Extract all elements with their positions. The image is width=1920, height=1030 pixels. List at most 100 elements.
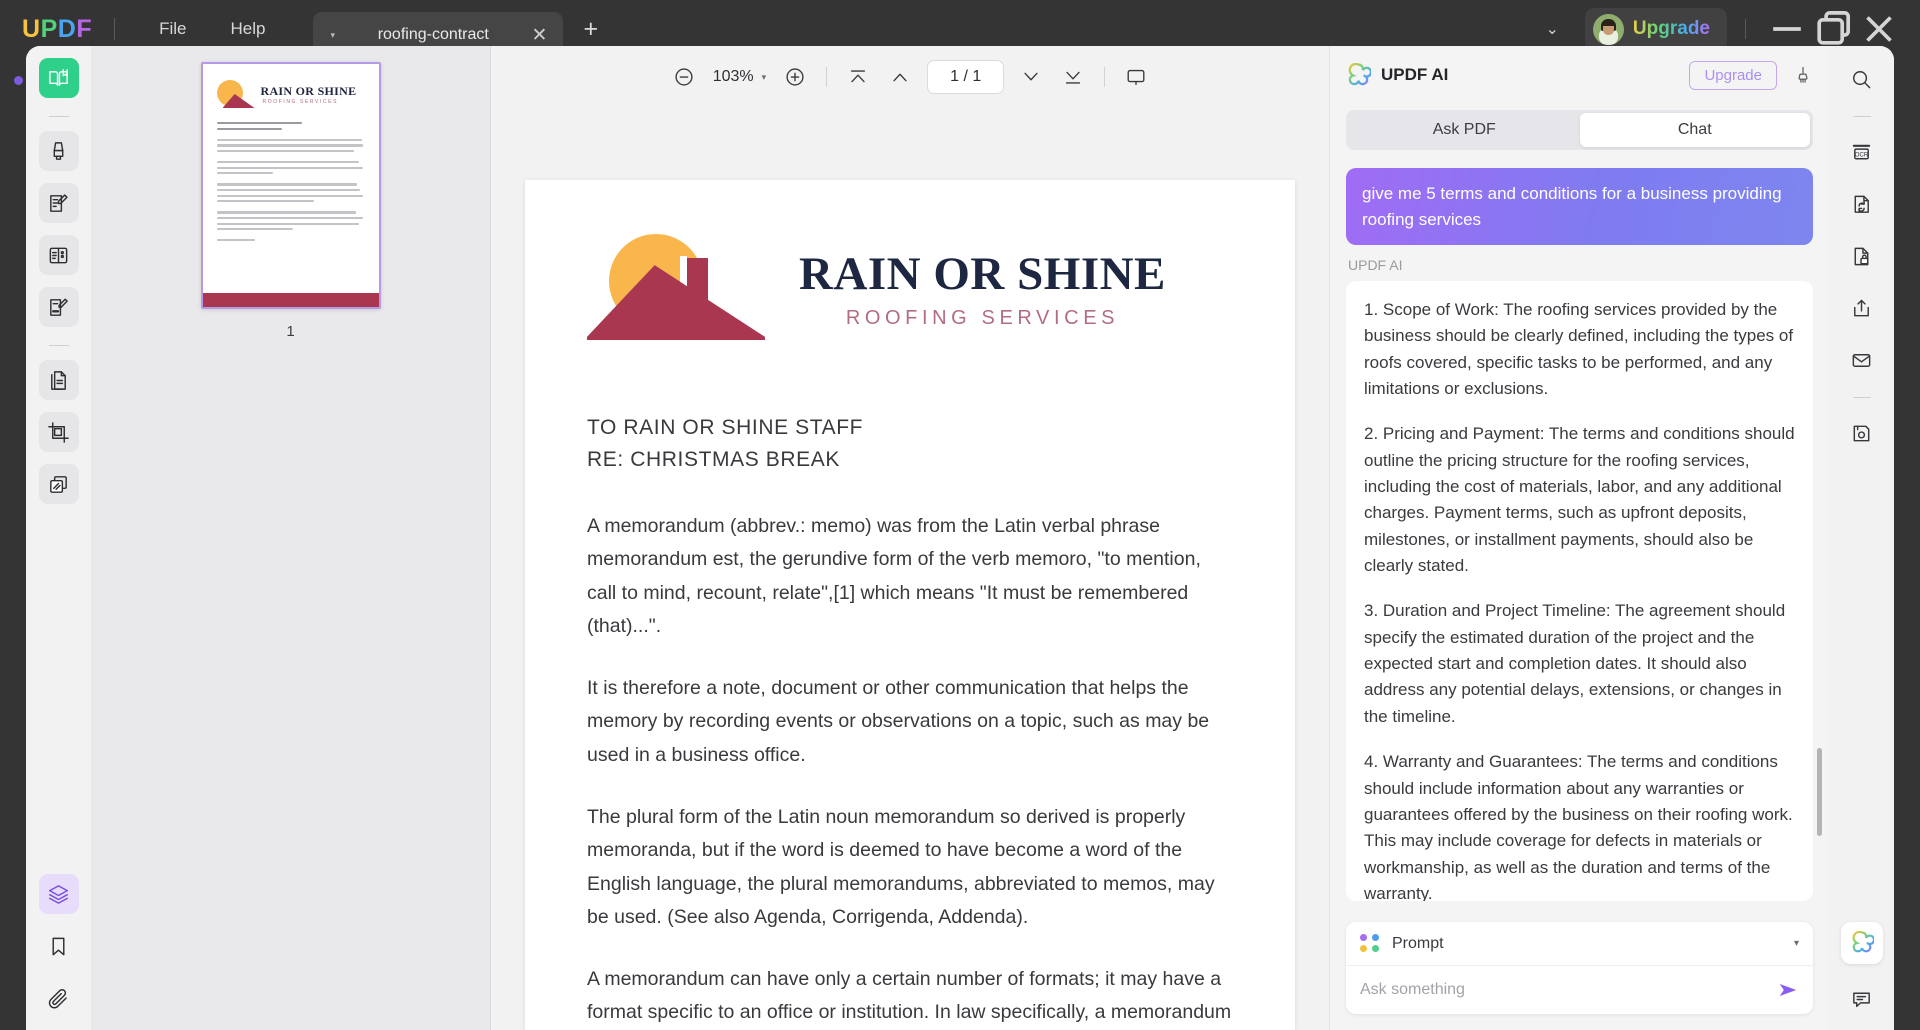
ai-input-row — [1346, 966, 1813, 1014]
thumb-footer-band — [203, 293, 379, 307]
form-tool[interactable] — [39, 235, 79, 275]
tab-ask-pdf[interactable]: Ask PDF — [1349, 113, 1580, 147]
brand-subtitle: ROOFING SERVICES — [799, 307, 1166, 330]
avatar[interactable] — [1593, 14, 1624, 45]
minimize-button[interactable] — [1764, 9, 1810, 49]
previous-page-button[interactable] — [879, 56, 921, 98]
thumb-brand-title: RAIN OR SHINE — [261, 84, 357, 99]
sign-tool[interactable] — [39, 287, 79, 327]
bookmarks-tool[interactable] — [39, 926, 79, 966]
highlighter-icon — [47, 140, 70, 163]
send-icon — [1777, 979, 1799, 1001]
logo-letter-u: U — [22, 15, 41, 44]
next-page-button[interactable] — [1010, 56, 1052, 98]
rail-divider — [1853, 397, 1871, 398]
send-button[interactable] — [1777, 979, 1799, 1001]
layers-icon — [47, 883, 70, 906]
save-tool[interactable] — [1841, 412, 1883, 454]
toolbar-divider — [1104, 67, 1105, 87]
logo-letter-p: P — [41, 15, 58, 44]
zoom-level-value[interactable]: 103% — [713, 68, 754, 86]
ai-chat-scrollbar[interactable] — [1817, 748, 1822, 836]
prompt-dots-icon — [1360, 934, 1380, 954]
upgrade-button[interactable]: Upgrade — [1585, 8, 1727, 51]
search-tool[interactable] — [1841, 58, 1883, 100]
memo-paragraph: The plural form of the Latin noun memora… — [587, 801, 1233, 935]
first-page-button[interactable] — [837, 56, 879, 98]
menu-file[interactable]: File — [137, 13, 208, 45]
memo-paragraph: It is therefore a note, document or othe… — [587, 672, 1233, 773]
crop-icon — [47, 421, 70, 444]
new-tab-button[interactable]: + — [583, 17, 598, 42]
ai-upgrade-button[interactable]: Upgrade — [1689, 61, 1777, 90]
app-body: RAIN OR SHINE ROOFING SERVICES — [26, 46, 1894, 1030]
document-canvas[interactable]: RAIN OR SHINE ROOFING SERVICES TO RAIN O… — [491, 108, 1329, 1030]
upgrade-label: Upgrade — [1633, 18, 1710, 40]
maximize-button[interactable] — [1810, 9, 1856, 49]
close-icon[interactable]: ✕ — [532, 26, 548, 45]
thumbnail-panel: RAIN OR SHINE ROOFING SERVICES — [91, 46, 491, 1030]
logo-letter-d: D — [58, 15, 77, 44]
clear-chat-button[interactable] — [1793, 65, 1813, 85]
memo-heading: TO RAIN OR SHINE STAFF RE: CHRISTMAS BRE… — [587, 412, 1233, 476]
ai-panel: UPDF AI Upgrade Ask PDF Chat give me 5 t… — [1329, 46, 1829, 1030]
titlebar-right-group: ⌄ Upgrade — [1546, 8, 1920, 51]
titlebar-divider — [114, 18, 115, 40]
chevron-down-icon[interactable]: ▾ — [1794, 938, 1799, 949]
prompt-selector[interactable]: Prompt ▾ — [1346, 922, 1813, 966]
chevron-down-icon[interactable]: ▾ — [762, 72, 767, 83]
ocr-icon: OCR — [1850, 141, 1873, 164]
attachments-tool[interactable] — [39, 978, 79, 1018]
save-icon — [1850, 422, 1873, 445]
next-page-icon — [1020, 66, 1042, 88]
ai-chat-scroll[interactable]: give me 5 terms and conditions for a bus… — [1330, 168, 1829, 914]
updf-logo: UPDF — [22, 15, 92, 44]
letterhead-text: RAIN OR SHINE ROOFING SERVICES — [799, 247, 1166, 330]
crop-tool[interactable] — [39, 412, 79, 452]
convert-tool[interactable] — [1841, 183, 1883, 225]
lock-document-icon — [1850, 245, 1873, 268]
ocr-tool[interactable]: OCR — [1841, 131, 1883, 173]
paperclip-icon — [47, 987, 70, 1010]
protect-tool[interactable] — [1841, 235, 1883, 277]
assistant-paragraph: 1. Scope of Work: The roofing services p… — [1364, 297, 1795, 402]
comment-tool[interactable] — [1841, 978, 1883, 1020]
reader-tool[interactable] — [39, 58, 79, 98]
layers-tool[interactable] — [39, 874, 79, 914]
memo-paragraph: A memorandum (abbrev.: memo) was from th… — [587, 510, 1233, 644]
presentation-button[interactable] — [1115, 56, 1157, 98]
annotate-tool[interactable] — [39, 131, 79, 171]
memo-paragraph: A memorandum can have only a certain num… — [587, 963, 1233, 1030]
thumb-brand-subtitle: ROOFING SERVICES — [263, 99, 339, 105]
share-icon — [1850, 297, 1873, 320]
close-button[interactable] — [1856, 9, 1902, 49]
chevron-down-icon[interactable]: ⌄ — [1546, 19, 1559, 39]
zoom-out-button[interactable] — [663, 56, 705, 98]
rail-divider — [49, 116, 69, 117]
last-page-button[interactable] — [1052, 56, 1094, 98]
page-indicator[interactable]: 1 / 1 — [927, 60, 1004, 94]
ai-input[interactable] — [1360, 981, 1777, 999]
organize-pages-tool[interactable] — [39, 360, 79, 400]
batch-tool[interactable] — [39, 464, 79, 504]
zoom-in-button[interactable] — [774, 56, 816, 98]
assistant-paragraph: 4. Warranty and Guarantees: The terms an… — [1364, 749, 1795, 901]
document-toolbar: 103% ▾ 1 / 1 — [491, 46, 1329, 108]
share-tool[interactable] — [1841, 287, 1883, 329]
ai-panel-title: UPDF AI — [1381, 65, 1448, 85]
pages-icon — [47, 369, 70, 392]
right-toolbar: OCR — [1829, 46, 1894, 1030]
assistant-paragraph: 2. Pricing and Payment: The terms and co… — [1364, 421, 1795, 579]
email-tool[interactable] — [1841, 339, 1883, 381]
edit-document-icon — [47, 192, 70, 215]
ai-assistant-button[interactable] — [1841, 922, 1883, 964]
stack-pages-icon — [47, 473, 70, 496]
edit-pdf-tool[interactable] — [39, 183, 79, 223]
user-message: give me 5 terms and conditions for a bus… — [1346, 168, 1813, 245]
logo-letter-f: F — [76, 15, 92, 44]
page-thumbnail[interactable]: RAIN OR SHINE ROOFING SERVICES — [201, 62, 381, 309]
tab-chat[interactable]: Chat — [1580, 113, 1811, 147]
mail-icon — [1850, 349, 1873, 372]
window-divider — [1745, 19, 1746, 39]
menu-help[interactable]: Help — [209, 13, 288, 45]
